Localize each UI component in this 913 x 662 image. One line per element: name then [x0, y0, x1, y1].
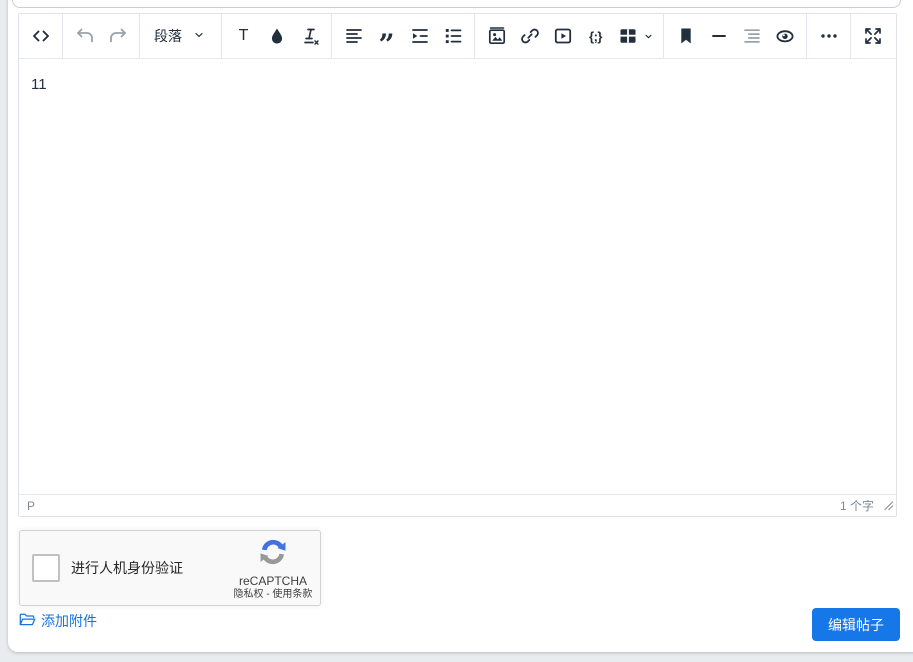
toolbar-group-undo-redo — [63, 14, 140, 58]
source-code-button[interactable] — [24, 19, 57, 53]
table-icon — [616, 24, 640, 48]
blockquote-button[interactable]: ” — [370, 19, 403, 59]
fullscreen-icon — [861, 24, 885, 48]
table-of-contents-button[interactable] — [735, 19, 768, 53]
format-text-icon: T — [238, 27, 249, 44]
clear-formatting-icon — [298, 24, 322, 48]
redo-button[interactable] — [101, 19, 134, 53]
redo-icon — [106, 24, 130, 48]
insert-link-button[interactable] — [513, 19, 546, 53]
editor-statusbar: P 1 个字 — [19, 494, 896, 516]
align-left-button[interactable] — [337, 19, 370, 53]
insert-image-button[interactable] — [480, 19, 513, 53]
submit-post-label: 编辑帖子 — [828, 616, 884, 633]
droplet-icon — [265, 24, 289, 48]
editor-text: 11 — [31, 76, 47, 93]
toolbar-group-block-format: 段落 — [140, 14, 222, 58]
preview-button[interactable] — [768, 19, 801, 53]
more-options-button[interactable] — [812, 19, 845, 53]
rich-text-editor: 段落 T ” {;} 11 P 1 个字 — [18, 13, 897, 517]
format-text-button[interactable]: T — [227, 19, 260, 53]
paragraph-format-dropdown[interactable]: 段落 — [145, 19, 216, 53]
fullscreen-button[interactable] — [856, 19, 889, 53]
recaptcha-brand-block: reCAPTCHA 隐私权 - 使用条款 — [230, 537, 316, 602]
toolbar-group-text-format: T — [222, 14, 332, 58]
chevron-down-icon — [642, 30, 655, 43]
insert-media-button[interactable] — [546, 19, 579, 53]
recaptcha-logo-icon — [258, 537, 288, 573]
recaptcha-widget: 进行人机身份验证 reCAPTCHA 隐私权 - 使用条款 — [19, 530, 321, 606]
unordered-list-icon — [441, 24, 465, 48]
toolbar-group-document — [664, 14, 807, 58]
bookmark-icon — [674, 24, 698, 48]
toolbar-group-insert: {;} — [475, 14, 664, 58]
horizontal-rule-button[interactable] — [702, 19, 735, 53]
align-left-icon — [342, 24, 366, 48]
add-attachment-link[interactable]: 添加附件 — [19, 611, 97, 631]
chevron-down-icon — [191, 27, 207, 46]
toc-icon — [740, 24, 764, 48]
toolbar-group-more — [807, 14, 851, 58]
word-count[interactable]: 1 个字 — [840, 497, 874, 514]
title-input-partial[interactable] — [12, 0, 901, 8]
recaptcha-checkbox[interactable] — [32, 554, 60, 582]
undo-icon — [73, 24, 97, 48]
insert-table-button[interactable] — [612, 19, 658, 53]
eye-icon — [773, 24, 797, 48]
indent-button[interactable] — [403, 19, 436, 53]
submit-post-button[interactable]: 编辑帖子 — [812, 608, 900, 641]
horizontal-rule-icon — [707, 24, 731, 48]
element-path-button[interactable]: P — [27, 499, 35, 513]
source-code-icon — [29, 24, 53, 48]
indent-icon — [408, 24, 432, 48]
recaptcha-label: 进行人机身份验证 — [71, 560, 183, 576]
image-icon — [485, 24, 509, 48]
recaptcha-privacy-terms-links[interactable]: 隐私权 - 使用条款 — [234, 589, 313, 602]
toolbar-group-history-code — [19, 14, 63, 58]
editor-toolbar: 段落 T ” {;} — [19, 14, 896, 59]
add-attachment-label: 添加附件 — [41, 613, 97, 629]
recaptcha-brand-text: reCAPTCHA — [238, 574, 307, 588]
code-sample-icon: {;} — [589, 28, 602, 44]
folder-open-icon — [19, 612, 36, 630]
text-color-button[interactable] — [260, 19, 293, 53]
ellipsis-icon — [817, 24, 841, 48]
media-icon — [551, 24, 575, 48]
paragraph-format-label: 段落 — [154, 28, 182, 44]
resize-handle[interactable] — [883, 500, 894, 514]
undo-button[interactable] — [68, 19, 101, 53]
unordered-list-button[interactable] — [436, 19, 469, 53]
toolbar-group-paragraph: ” — [332, 14, 475, 58]
clear-formatting-button[interactable] — [293, 19, 326, 53]
editor-content[interactable]: 11 — [19, 59, 896, 495]
toolbar-group-fullscreen — [851, 14, 894, 58]
link-icon — [518, 24, 542, 48]
code-sample-button[interactable]: {;} — [579, 19, 612, 53]
anchor-button[interactable] — [669, 19, 702, 53]
